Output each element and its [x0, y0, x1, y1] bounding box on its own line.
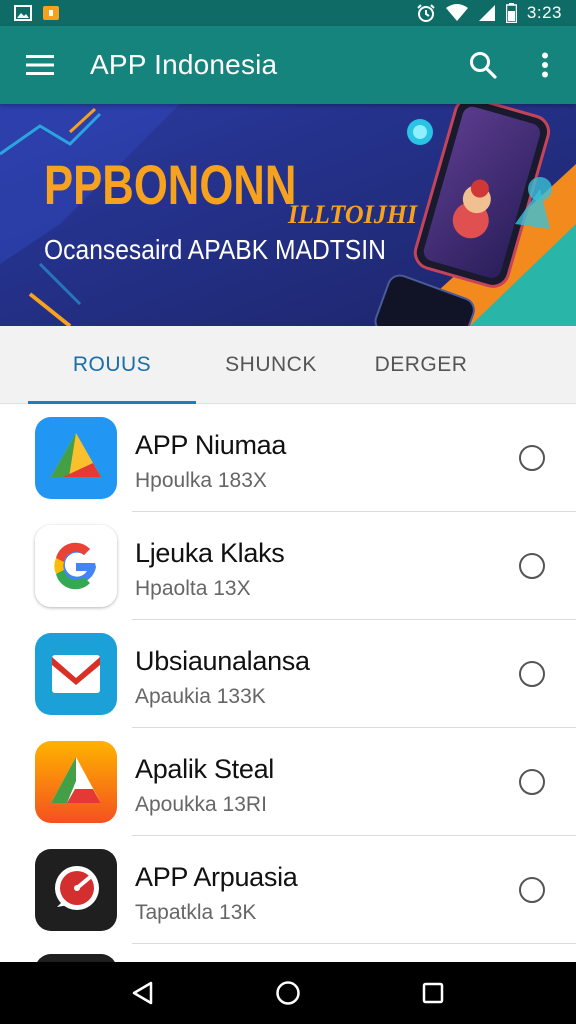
- tab-label: DERGER: [374, 353, 468, 376]
- list-item-text: Apalik Steal Apoukka 13RI: [135, 754, 274, 817]
- triangle-blue-icon: [35, 417, 117, 499]
- tab-shunck[interactable]: SHUNCK: [196, 326, 346, 404]
- home-icon: [276, 981, 300, 1005]
- app-name: Ljeuka Klaks: [135, 538, 285, 568]
- banner-subtitle: Ocansesaird APABK MADTSIN: [44, 234, 386, 265]
- app-name: APP Niumaa: [135, 430, 287, 460]
- recents-icon: [423, 982, 444, 1004]
- radio-button[interactable]: [519, 445, 545, 471]
- radio-button[interactable]: [519, 553, 545, 579]
- tab-derger[interactable]: DERGER: [346, 326, 496, 404]
- back-button[interactable]: [113, 962, 173, 1024]
- speech-gauge-icon: [35, 849, 117, 931]
- menu-icon: [26, 55, 54, 75]
- screen: 3:23 APP Indonesia PPBONONN ILLTOIJHI Oc…: [0, 0, 576, 1024]
- tab-label: SHUNCK: [225, 353, 317, 376]
- menu-button[interactable]: [0, 26, 80, 104]
- promo-banner[interactable]: PPBONONN PPBONONN ILLTOIJHI Ocansesaird …: [0, 104, 576, 326]
- app-title: APP Indonesia: [90, 49, 278, 80]
- triangle-orange-icon: [35, 741, 117, 823]
- radio-button[interactable]: [519, 661, 545, 687]
- image-icon: [14, 5, 32, 21]
- alarm-icon: [416, 3, 436, 23]
- app-name: Apalik Steal: [135, 754, 274, 784]
- signal-icon: [478, 4, 496, 22]
- more-options-button[interactable]: [514, 26, 576, 104]
- back-icon: [132, 981, 152, 1005]
- mail-icon: [35, 633, 117, 715]
- list-item-text: Ubsiaunalansa Apaukia 133K: [135, 646, 310, 709]
- notification-icon: [42, 5, 60, 21]
- status-left: [14, 5, 60, 21]
- tab-rouus[interactable]: ROUUS: [28, 326, 196, 404]
- app-name: APP Arpuasia: [135, 862, 298, 892]
- app-subtitle: Apoukka 13RI: [135, 793, 267, 816]
- radio-button[interactable]: [519, 877, 545, 903]
- status-time: 3:23: [526, 3, 562, 22]
- app-subtitle: Tapatkla 13K: [135, 901, 257, 924]
- app-name: Ubsiaunalansa: [135, 646, 310, 676]
- search-button[interactable]: [452, 26, 514, 104]
- app-list: APP Niumaa Hpoulka 183X Ljeuka Klaks Hpa…: [0, 404, 576, 984]
- list-item[interactable]: Apalik Steal Apoukka 13RI: [0, 728, 576, 836]
- app-subtitle: Apaukia 133K: [135, 685, 266, 708]
- wifi-icon: [445, 4, 468, 22]
- list-item-text: APP Niumaa Hpoulka 183X: [135, 430, 286, 493]
- tab-bar: ROUUS SHUNCK DERGER: [0, 326, 576, 404]
- list-item[interactable]: Ljeuka Klaks Hpaolta 13X: [0, 512, 576, 620]
- search-icon: [470, 52, 497, 79]
- more-vert-icon: [542, 52, 548, 78]
- banner-headline-big: PPBONONN: [44, 153, 297, 216]
- recents-button[interactable]: [403, 962, 463, 1024]
- tab-label: ROUUS: [72, 353, 152, 376]
- status-right: 3:23: [416, 3, 562, 23]
- list-item-text: APP Arpuasia Tapatkla 13K: [135, 862, 298, 925]
- app-bar: APP Indonesia: [0, 26, 576, 104]
- battery-icon: [505, 3, 517, 23]
- home-button[interactable]: [258, 962, 318, 1024]
- list-item[interactable]: Ubsiaunalansa Apaukia 133K: [0, 620, 576, 728]
- list-item[interactable]: APP Arpuasia Tapatkla 13K: [0, 836, 576, 944]
- banner-side-text: ILLTOIJHI: [288, 200, 418, 229]
- app-subtitle: Hpoulka 183X: [135, 469, 267, 492]
- radio-button[interactable]: [519, 769, 545, 795]
- list-item[interactable]: APP Niumaa Hpoulka 183X: [0, 404, 576, 512]
- status-bar: 3:23: [0, 0, 576, 26]
- list-item-text: Ljeuka Klaks Hpaolta 13X: [135, 538, 285, 601]
- navigation-bar: [0, 962, 576, 1024]
- google-g-icon: [35, 525, 117, 607]
- app-subtitle: Hpaolta 13X: [135, 577, 251, 600]
